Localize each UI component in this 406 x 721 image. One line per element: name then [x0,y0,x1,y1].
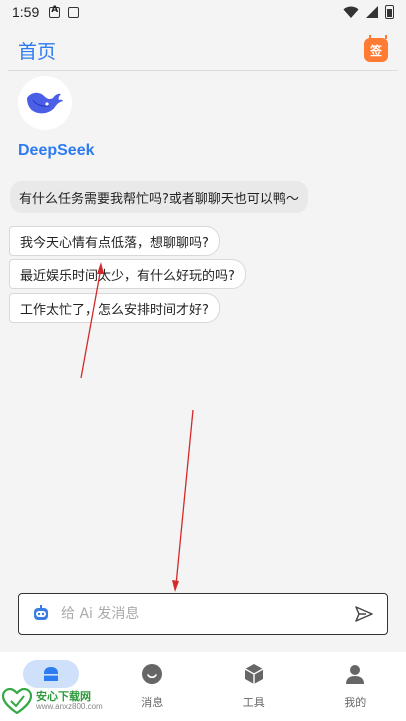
suggestion-chip[interactable]: 我今天心情有点低落，想聊聊吗? [9,226,220,256]
nav-home-icon-wrap [22,660,79,688]
nav-profile[interactable]: 我的 [305,652,406,721]
ai-robot-icon [34,605,48,620]
status-right [343,5,394,19]
home-icon [43,667,58,681]
bot-name: DeepSeek [18,142,95,159]
watermark-title: 安心下载网 [36,689,91,703]
sign-in-button[interactable]: 签 [364,35,388,62]
header-divider [8,70,398,71]
deepseek-whale-logo [27,92,63,114]
notification-a-icon [49,5,61,18]
nav-messages-icon-wrap [124,660,180,688]
status-bar: 1:59 [0,0,406,24]
battery-icon [385,5,394,19]
watermark-heart-logo [2,688,32,714]
suggestion-chip[interactable]: 工作太忙了，怎么安排时间才好? [9,293,220,323]
tool-cube-icon [244,664,264,684]
status-time: 1:59 [12,4,40,20]
watermark-text: 安心下载网 www.anxz800.com [36,689,103,712]
message-icon [142,664,163,684]
nav-tools-label: 工具 [242,696,265,709]
message-input[interactable] [61,606,353,622]
nav-messages[interactable]: 消息 [102,652,204,721]
suggestion-chip[interactable]: 最近娱乐时间太少，有什么好玩的吗? [9,259,246,289]
nav-tools-icon-wrap [226,660,282,688]
page-title: 首页 [18,40,57,63]
send-icon [355,606,373,622]
arrow-down-to-input [172,409,194,592]
notification-window-icon [68,6,80,18]
sign-in-label: 签 [369,43,382,58]
nav-profile-icon-wrap [327,660,383,688]
user-icon [346,665,365,684]
nav-profile-label: 我的 [344,696,367,709]
nav-messages-label: 消息 [141,696,164,709]
send-button[interactable] [353,603,375,625]
message-input-bar [18,593,388,635]
nav-tools[interactable]: 工具 [203,652,305,721]
watermark: 安心下载网 www.anxz800.com [2,688,103,714]
watermark-url: www.anxz800.com [36,701,103,711]
signal-icon [366,6,378,18]
bot-avatar [18,76,72,130]
wifi-icon [343,6,359,18]
bot-greeting-bubble: 有什么任务需要我帮忙吗?或者聊聊天也可以鸭～ [10,181,308,213]
header: 首页 签 [0,30,406,70]
